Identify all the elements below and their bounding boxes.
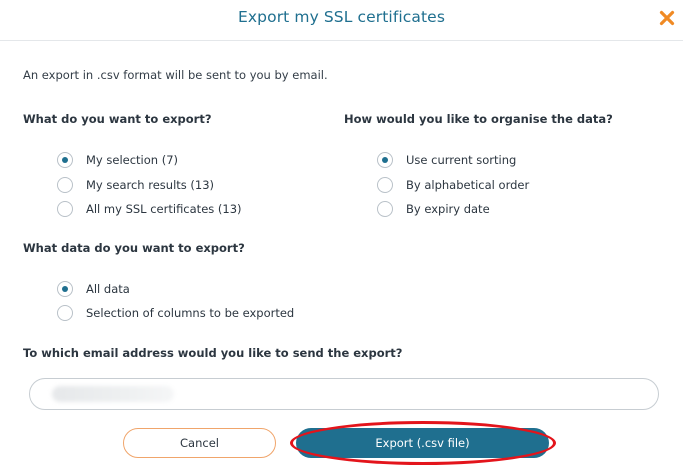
radio-button[interactable] bbox=[57, 177, 73, 193]
radio-button[interactable] bbox=[57, 305, 73, 321]
option-all-data[interactable]: All data bbox=[57, 279, 130, 299]
organise-question: How would you like to organise the data? bbox=[344, 112, 613, 126]
export-dialog: Export my SSL certificates An export in … bbox=[0, 0, 683, 473]
intro-text: An export in .csv format will be sent to… bbox=[23, 68, 328, 82]
radio-button[interactable] bbox=[57, 152, 73, 168]
radio-button[interactable] bbox=[57, 281, 73, 297]
option-label: All my SSL certificates (13) bbox=[86, 202, 242, 216]
option-label: By alphabetical order bbox=[406, 178, 530, 192]
option-my-selection[interactable]: My selection (7) bbox=[57, 150, 178, 170]
dialog-header: Export my SSL certificates bbox=[0, 0, 683, 41]
option-label: Selection of columns to be exported bbox=[86, 306, 295, 320]
option-my-search-results[interactable]: My search results (13) bbox=[57, 175, 214, 195]
radio-button[interactable] bbox=[57, 201, 73, 217]
dialog-title: Export my SSL certificates bbox=[238, 8, 445, 26]
export-what-question: What do you want to export? bbox=[23, 112, 212, 126]
option-expiry-date[interactable]: By expiry date bbox=[377, 199, 490, 219]
option-label: My selection (7) bbox=[86, 153, 179, 167]
option-all-ssl-certificates[interactable]: All my SSL certificates (13) bbox=[57, 199, 242, 219]
option-label: By expiry date bbox=[406, 202, 490, 216]
option-label: All data bbox=[86, 282, 130, 296]
option-label: My search results (13) bbox=[86, 178, 215, 192]
close-icon[interactable] bbox=[655, 6, 679, 30]
radio-button[interactable] bbox=[377, 177, 393, 193]
option-use-current-sorting[interactable]: Use current sorting bbox=[377, 150, 516, 170]
option-selection-of-columns[interactable]: Selection of columns to be exported bbox=[57, 303, 294, 323]
option-label: Use current sorting bbox=[406, 153, 517, 167]
data-export-question: What data do you want to export? bbox=[23, 241, 245, 255]
redacted-email bbox=[52, 386, 174, 402]
option-alphabetical-order[interactable]: By alphabetical order bbox=[377, 175, 529, 195]
email-question: To which email address would you like to… bbox=[23, 346, 403, 360]
export-button[interactable]: Export (.csv file) bbox=[296, 428, 549, 458]
radio-button[interactable] bbox=[377, 152, 393, 168]
radio-button[interactable] bbox=[377, 201, 393, 217]
cancel-button[interactable]: Cancel bbox=[123, 428, 276, 458]
